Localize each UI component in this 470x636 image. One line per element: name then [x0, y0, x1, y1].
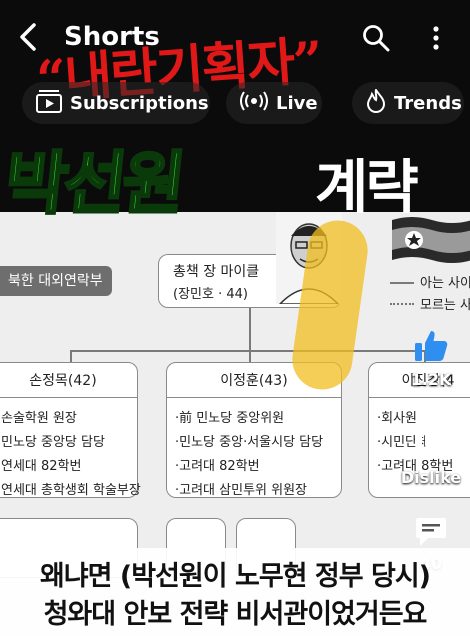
legend-known-line	[390, 282, 414, 284]
like-count: 1.2K	[410, 370, 452, 389]
dislike-label: Dislike	[400, 468, 462, 487]
caption-bar: 왜냐면 (박선원이 노무현 정부 당시) 청와대 안보 전략 비서관이었거든요	[0, 548, 470, 636]
thumbs-up-icon	[413, 328, 449, 368]
search-icon[interactable]	[362, 24, 390, 52]
subscriptions-icon	[36, 89, 62, 118]
org-box-1-head: 손정목(42)	[0, 363, 137, 398]
org-connector	[249, 308, 251, 350]
more-options-icon[interactable]	[428, 24, 444, 52]
chip-trends-label: Trends	[394, 92, 462, 114]
chip-subscriptions-label: Subscriptions	[70, 92, 209, 114]
shorts-player[interactable]: 북한 대외연락부 총책 장 마이클 (장민호 · 44) 아는 사이 모르는 사…	[0, 0, 470, 636]
chip-live[interactable]: Live	[226, 82, 322, 124]
video-name-suffix: 계략	[315, 153, 419, 221]
org-box-2-body: ·前 민노당 중앙위원 ·민노당 중앙·서울시당 담당 ·고려대 82학번 ·고…	[175, 411, 324, 498]
org-box-1: 손정목(42) 손술학원 원장 민노당 중앙당 담당 연세대 82학번 연세대 …	[0, 362, 141, 498]
chip-live-label: Live	[276, 92, 318, 114]
comment-icon	[414, 516, 448, 552]
legend-known: 아는 사이	[420, 276, 470, 291]
chip-trends[interactable]: Trends	[352, 82, 464, 124]
chip-subscriptions[interactable]: Subscriptions	[22, 82, 210, 124]
trending-icon	[366, 87, 386, 118]
legend-unknown: 모르는 사이	[420, 298, 470, 313]
dislike-button[interactable]: Dislike	[396, 424, 466, 487]
org-connector	[70, 350, 425, 352]
org-top-title: 총책 장 마이클	[173, 264, 260, 280]
org-left-label: 북한 대외연락부	[0, 266, 112, 296]
page-title: Shorts	[64, 22, 160, 52]
back-arrow-icon[interactable]	[14, 22, 44, 52]
top-bar: Shorts	[0, 0, 470, 80]
org-box-1-body: 손술학원 원장 민노당 중앙당 담당 연세대 82학번 연세대 총학생회 학술부…	[1, 411, 141, 498]
like-button[interactable]: 1.2K	[396, 328, 466, 389]
video-name-title: 박선원	[0, 144, 187, 226]
caption-line-1: 왜냐면 (박선원이 노무현 정부 당시)	[39, 561, 431, 592]
live-icon	[240, 90, 268, 116]
legend-unknown-line	[390, 303, 414, 305]
org-top-sub: (장민호 · 44)	[173, 287, 248, 302]
caption-line-2: 청와대 안보 전략 비서관이었거든요	[43, 599, 428, 630]
thumbs-down-icon	[413, 424, 449, 464]
